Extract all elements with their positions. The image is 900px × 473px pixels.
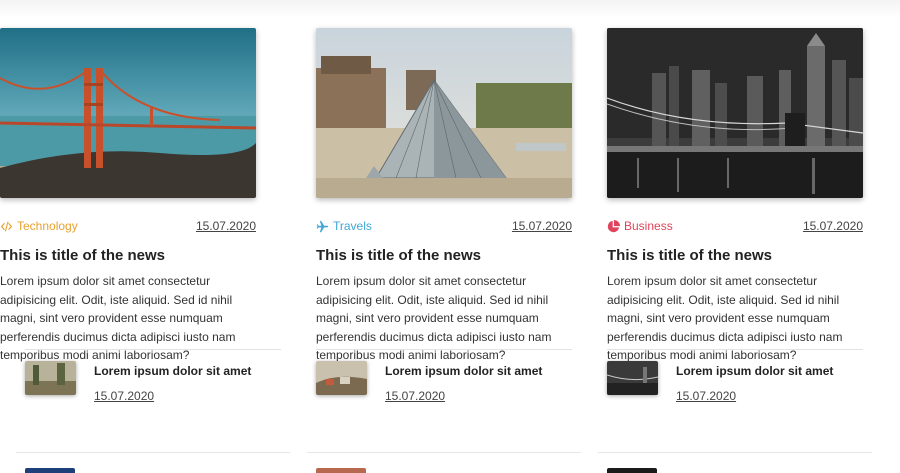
news-image-brooklyn-bridge[interactable] [607,28,863,198]
related-title[interactable]: Lorem ipsum dolor sit amet [385,364,542,378]
related-title[interactable]: Lorem ipsum dolor sit amet [94,364,251,378]
row-divider [16,452,290,453]
category-label[interactable]: Travels [316,219,372,233]
news-title[interactable]: This is title of the news [607,247,863,264]
card-divider [316,349,572,350]
news-image-golden-gate[interactable] [0,28,256,198]
category-name: Technology [17,219,78,233]
category-name: Business [624,219,673,233]
code-icon [0,220,13,233]
airplane-icon [316,220,329,233]
related-date[interactable]: 15.07.2020 [94,389,154,403]
related-date[interactable]: 15.07.2020 [385,389,445,403]
news-card-travels: Travels 15.07.2020 This is title of the … [316,28,572,365]
next-thumbnail-peek [316,468,366,473]
news-card-technology: Technology 15.07.2020 This is title of t… [0,28,256,365]
news-excerpt: Lorem ipsum dolor sit amet consectetur a… [316,274,552,363]
card-divider [25,349,281,350]
news-title[interactable]: This is title of the news [0,247,256,264]
news-excerpt: Lorem ipsum dolor sit amet consectetur a… [607,274,843,363]
news-title[interactable]: This is title of the news [316,247,572,264]
related-news-item[interactable]: Lorem ipsum dolor sit amet 15.07.2020 [25,361,281,407]
related-thumbnail[interactable] [316,361,367,395]
row-divider [307,452,581,453]
news-date[interactable]: 15.07.2020 [512,219,572,233]
related-thumbnail[interactable] [25,361,76,395]
related-news-item[interactable]: Lorem ipsum dolor sit amet 15.07.2020 [607,361,863,407]
header-shadow [0,0,900,18]
news-card-business: Business 15.07.2020 This is title of the… [607,28,863,365]
news-excerpt: Lorem ipsum dolor sit amet consectetur a… [0,274,236,363]
related-thumbnail[interactable] [607,361,658,395]
next-thumbnail-peek [25,468,75,473]
category-name: Travels [333,219,372,233]
row-divider [598,452,872,453]
related-news-item[interactable]: Lorem ipsum dolor sit amet 15.07.2020 [316,361,572,407]
news-image-louvre[interactable] [316,28,572,198]
related-date[interactable]: 15.07.2020 [676,389,736,403]
news-date[interactable]: 15.07.2020 [803,219,863,233]
news-date[interactable]: 15.07.2020 [196,219,256,233]
category-label[interactable]: Business [607,219,673,233]
category-label[interactable]: Technology [0,219,78,233]
next-thumbnail-peek [607,468,657,473]
related-title[interactable]: Lorem ipsum dolor sit amet [676,364,833,378]
pie-chart-icon [607,219,620,233]
card-divider [607,349,863,350]
